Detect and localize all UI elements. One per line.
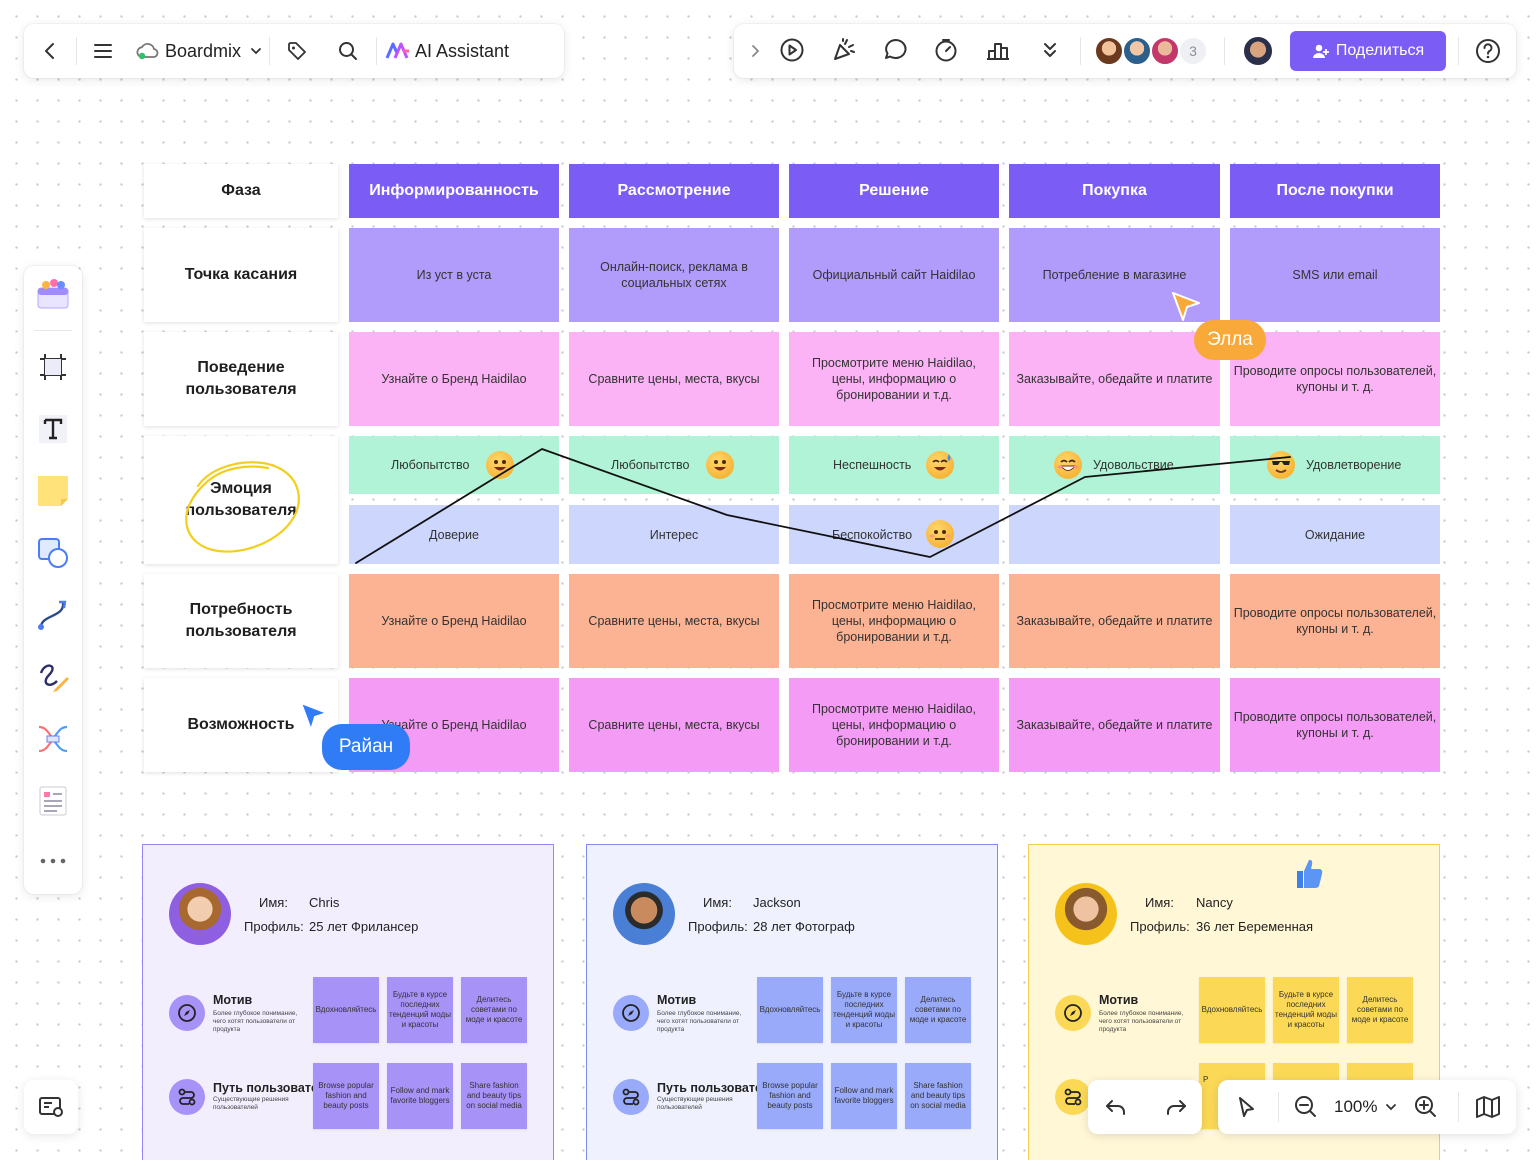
cursor-label-ryan: Райан — [322, 724, 410, 770]
cursor-arrow-icon — [1172, 292, 1200, 321]
zoom-out-icon — [1295, 1096, 1316, 1117]
persona-name: Chris — [309, 895, 340, 910]
pointer-icon — [1239, 1097, 1254, 1117]
persona-avatar — [1055, 883, 1117, 945]
journey-description: Существующие решения пользователей — [657, 1096, 733, 1111]
opportunity-cell[interactable]: Проводите опросы пользователей, купоны и… — [1230, 678, 1440, 772]
sticky-note[interactable]: Будьте в курсе последних тенденций моды … — [831, 977, 897, 1043]
redo-button[interactable] — [1162, 1093, 1190, 1126]
sticky-note[interactable]: Будьте в курсе последних тенденций моды … — [387, 977, 453, 1043]
motive-title: Мотив — [1099, 993, 1139, 1007]
compass-icon — [1055, 995, 1091, 1031]
persona-card[interactable]: Имя: Jackson Профиль: 28 лет Фотограф Мо… — [586, 844, 998, 1160]
thumbs-up-icon — [1297, 859, 1323, 888]
undo-icon — [1106, 1100, 1125, 1115]
select-mode-button[interactable] — [1232, 1093, 1260, 1126]
persona-profile-label: Профиль: — [244, 919, 304, 934]
motive-description: Более глубокое понимание, чего хотят пол… — [213, 1010, 298, 1033]
zoom-level: 100% — [1334, 1097, 1378, 1116]
sticky-note[interactable]: Browse popular fashion and beauty posts — [313, 1063, 379, 1129]
persona-name-label: Имя: — [703, 895, 732, 910]
motive-description: Более глубокое понимание, чего хотят пол… — [657, 1010, 742, 1033]
need-cell[interactable]: Узнайте о Бренд Haidilao — [349, 574, 559, 668]
persona-profile: 36 лет Беременная — [1196, 919, 1314, 934]
sticky-note[interactable]: Follow and mark favorite bloggers — [387, 1063, 453, 1129]
persona-profile-label: Профиль: — [688, 919, 748, 934]
sticky-note[interactable]: Browse popular fashion and beauty posts — [757, 1063, 823, 1129]
persona-name: Jackson — [753, 895, 801, 910]
persona-name: Nancy — [1196, 895, 1233, 910]
undo-button[interactable] — [1102, 1093, 1130, 1126]
sticky-note[interactable]: Share fashion and beauty tips on social … — [461, 1063, 527, 1129]
motive-description: Более глубокое понимание, чего хотят пол… — [1099, 1010, 1184, 1033]
map-icon — [1476, 1096, 1500, 1118]
zoom-in-icon — [1415, 1096, 1436, 1117]
chevron-down-icon — [1386, 1104, 1397, 1111]
motive-title: Мотив — [213, 993, 253, 1007]
sticky-note[interactable]: Share fashion and beauty tips on social … — [905, 1063, 971, 1129]
redo-icon — [1167, 1100, 1186, 1115]
persona-profile: 25 лет Фрилансер — [309, 919, 419, 934]
minimap-button[interactable] — [1474, 1093, 1502, 1126]
sticky-note[interactable]: Вдохновляйтесь — [1199, 977, 1265, 1043]
row-label-need: Потребность пользователя — [144, 574, 338, 668]
route-icon — [1055, 1079, 1091, 1115]
zoom-out-button[interactable] — [1292, 1093, 1320, 1126]
cursor-arrow-icon — [300, 702, 328, 731]
sticky-note[interactable]: Вдохновляйтесь — [313, 977, 379, 1043]
sticky-note[interactable]: Будьте в курсе последних тенденций моды … — [1273, 977, 1339, 1043]
persona-name-label: Имя: — [259, 895, 288, 910]
sticky-note[interactable]: Follow and mark favorite bloggers — [831, 1063, 897, 1129]
cursor-label-ella: Элла — [1194, 320, 1266, 360]
sticky-note[interactable]: Делитесь советами по моде и красоте — [905, 977, 971, 1043]
zoom-in-button[interactable] — [1412, 1093, 1440, 1126]
opportunity-cell[interactable]: Просмотрите меню Haidilao, цены, информа… — [789, 678, 999, 772]
opportunity-cell[interactable]: Сравните цены, места, вкусы — [569, 678, 779, 772]
sticky-note[interactable]: Делитесь советами по моде и красоте — [1347, 977, 1413, 1043]
history-controls — [1088, 1080, 1202, 1134]
persona-avatar — [169, 883, 231, 945]
zoom-controls: 100% — [1218, 1080, 1516, 1134]
need-cell[interactable]: Сравните цены, места, вкусы — [569, 574, 779, 668]
opportunity-cell[interactable]: Заказывайте, обедайте и платите — [1009, 678, 1220, 772]
persona-profile-label: Профиль: — [1130, 919, 1190, 934]
motive-title: Мотив — [657, 993, 697, 1007]
need-cell[interactable]: Проводите опросы пользователей, купоны и… — [1230, 574, 1440, 668]
persona-avatar — [613, 883, 675, 945]
sticky-note[interactable]: Делитесь советами по моде и красоте — [461, 977, 527, 1043]
need-cell[interactable]: Заказывайте, обедайте и платите — [1009, 574, 1220, 668]
sticky-note[interactable]: Вдохновляйтесь — [757, 977, 823, 1043]
persona-card[interactable]: Имя: Chris Профиль: 25 лет Фрилансер Мот… — [142, 844, 554, 1160]
persona-name-label: Имя: — [1145, 895, 1174, 910]
route-icon — [613, 1079, 649, 1115]
route-icon — [169, 1079, 205, 1115]
zoom-level-select[interactable]: 100% — [1334, 1080, 1397, 1134]
compass-icon — [613, 995, 649, 1031]
compass-icon — [169, 995, 205, 1031]
journey-description: Существующие решения пользователей — [213, 1096, 289, 1111]
need-cell[interactable]: Просмотрите меню Haidilao, цены, информа… — [789, 574, 999, 668]
persona-profile: 28 лет Фотограф — [753, 919, 855, 934]
